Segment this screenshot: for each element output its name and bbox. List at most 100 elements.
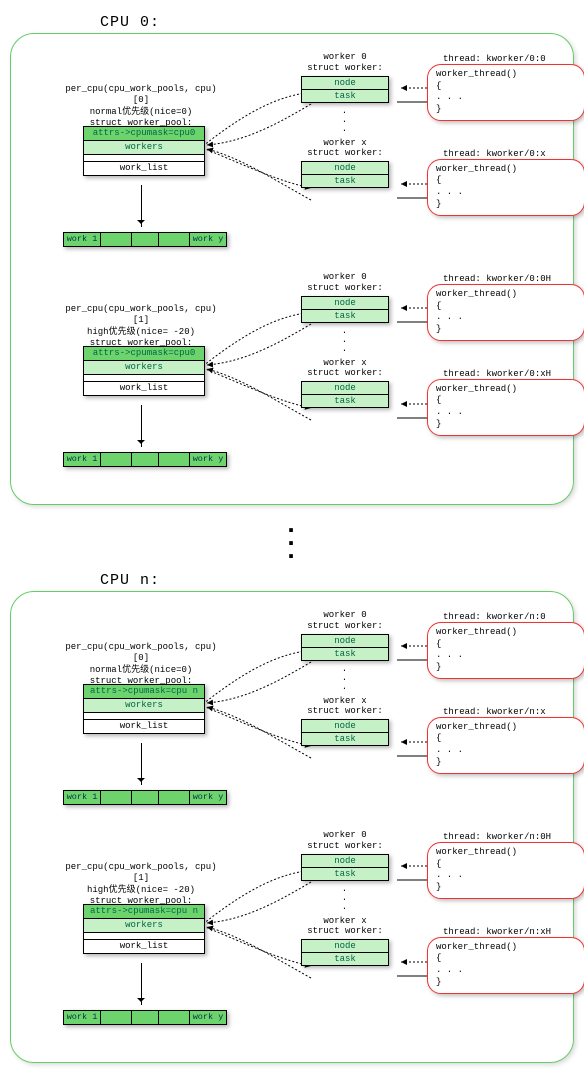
cpu-n-title: CPU n:	[100, 572, 574, 589]
diagram-root: CPU 0: per_cpu(cpu_work_pools, cpu)[0] n…	[10, 14, 574, 1063]
struct-gap	[84, 932, 204, 939]
work-list-array: work 1 work y	[63, 790, 227, 805]
work-item	[159, 232, 189, 247]
pool-header: per_cpu(cpu_work_pools, cpu)[1] high优先级(…	[61, 862, 221, 907]
task-field: task	[302, 952, 388, 965]
node-field: node	[302, 720, 388, 732]
attrs-field: attrs->cpumask=cpu n	[84, 685, 204, 698]
workers-column: worker 0struct worker: nodetask ... work…	[285, 826, 405, 966]
threads-column: thread: kworker/n:0H worker_thread(){ . …	[427, 830, 584, 996]
vertical-dots-icon: ...	[285, 665, 405, 692]
workers-column: worker 0struct worker: nodetask ... work…	[285, 48, 405, 188]
thread-cloud: worker_thread(){ . . .}	[427, 622, 584, 679]
workers-field: workers	[84, 360, 204, 374]
thread-label: thread: kworker/n:xH	[443, 927, 584, 937]
work-list-array: work 1 work y	[63, 452, 227, 467]
cpun-high-pool: per_cpu(cpu_work_pools, cpu)[1] high优先级(…	[21, 826, 563, 1040]
vertical-dots-icon: ...	[285, 107, 405, 134]
pool-hdr2: normal优先级(nice=0)	[61, 107, 221, 118]
pool-hdr2: high优先级(nice= -20)	[61, 885, 221, 896]
worker-struct: nodetask	[301, 854, 389, 881]
worker-struct: nodetask	[301, 939, 389, 966]
struct-gap	[84, 154, 204, 161]
work-item: work y	[189, 232, 227, 247]
thread-label: thread: kworker/n:0H	[443, 832, 584, 842]
attrs-field: attrs->cpumask=cpu0	[84, 347, 204, 360]
thread-label: thread: kworker/0:x	[443, 149, 584, 159]
work-list-array: work 1 work y	[63, 1010, 227, 1025]
work-item	[101, 790, 131, 805]
task-field: task	[302, 89, 388, 102]
attrs-field: attrs->cpumask=cpu n	[84, 905, 204, 918]
work-item: work 1	[63, 232, 101, 247]
worklist-field: work_list	[84, 161, 204, 175]
worker-0-label: worker 0struct worker:	[285, 830, 405, 852]
struct-gap	[84, 374, 204, 381]
task-field: task	[302, 309, 388, 322]
worker-0-label: worker 0struct worker:	[285, 610, 405, 632]
work-item	[131, 452, 159, 467]
worker-pool-struct: attrs->cpumask=cpu n workers work_list	[83, 904, 205, 954]
worker-0-label: worker 0struct worker:	[285, 272, 405, 294]
pool-hdr2: normal优先级(nice=0)	[61, 665, 221, 676]
work-item: work y	[189, 790, 227, 805]
attrs-field: attrs->cpumask=cpu0	[84, 127, 204, 140]
pool-hdr1: per_cpu(cpu_work_pools, cpu)[0]	[61, 84, 221, 107]
arrow-down-icon	[141, 743, 142, 785]
worker-x-label: worker xstruct worker:	[285, 916, 405, 938]
worker-pool-struct: attrs->cpumask=cpu n workers work_list	[83, 684, 205, 734]
worker-x-label: worker xstruct worker:	[285, 138, 405, 160]
cpu0-normal-pool: per_cpu(cpu_work_pools, cpu)[0] normal优先…	[21, 48, 563, 262]
work-item	[159, 1010, 189, 1025]
thread-cloud: worker_thread(){ . . .}	[427, 64, 584, 121]
arrow-down-icon	[141, 405, 142, 447]
node-field: node	[302, 162, 388, 174]
workers-field: workers	[84, 140, 204, 154]
work-item	[101, 1010, 131, 1025]
worker-struct: nodetask	[301, 296, 389, 323]
work-item: work 1	[63, 1010, 101, 1025]
worker-pool-struct: attrs->cpumask=cpu0 workers work_list	[83, 126, 205, 176]
thread-cloud: worker_thread(){ . . .}	[427, 842, 584, 899]
struct-gap	[84, 712, 204, 719]
worker-pool-struct: attrs->cpumask=cpu0 workers work_list	[83, 346, 205, 396]
vertical-ellipsis-icon: ...	[10, 519, 574, 558]
pool-hdr1: per_cpu(cpu_work_pools, cpu)[1]	[61, 862, 221, 885]
thread-cloud: worker_thread(){ . . .}	[427, 379, 584, 436]
worker-x-label: worker xstruct worker:	[285, 358, 405, 380]
task-field: task	[302, 732, 388, 745]
vertical-dots-icon: ...	[285, 327, 405, 354]
task-field: task	[302, 647, 388, 660]
worklist-field: work_list	[84, 719, 204, 733]
thread-label: thread: kworker/0:0	[443, 54, 584, 64]
cpu-0-title: CPU 0:	[100, 14, 574, 31]
thread-cloud: worker_thread(){ . . .}	[427, 717, 584, 774]
worker-0-label: worker 0struct worker:	[285, 52, 405, 74]
cpu0-high-pool: per_cpu(cpu_work_pools, cpu)[1] high优先级(…	[21, 268, 563, 482]
node-field: node	[302, 635, 388, 647]
worker-x-label: worker xstruct worker:	[285, 696, 405, 718]
worklist-field: work_list	[84, 381, 204, 395]
threads-column: thread: kworker/n:0 worker_thread(){ . .…	[427, 610, 584, 776]
work-item: work 1	[63, 790, 101, 805]
worker-struct: nodetask	[301, 381, 389, 408]
task-field: task	[302, 867, 388, 880]
node-field: node	[302, 382, 388, 394]
worker-struct: nodetask	[301, 719, 389, 746]
arrow-down-icon	[141, 963, 142, 1005]
node-field: node	[302, 297, 388, 309]
work-item	[159, 790, 189, 805]
worklist-field: work_list	[84, 939, 204, 953]
thread-cloud: worker_thread(){ . . .}	[427, 159, 584, 216]
work-list-array: work 1 work y	[63, 232, 227, 247]
thread-cloud: worker_thread(){ . . .}	[427, 284, 584, 341]
work-item	[101, 232, 131, 247]
work-item: work 1	[63, 452, 101, 467]
node-field: node	[302, 77, 388, 89]
node-field: node	[302, 855, 388, 867]
work-item	[131, 790, 159, 805]
workers-field: workers	[84, 918, 204, 932]
work-item	[159, 452, 189, 467]
work-item: work y	[189, 452, 227, 467]
threads-column: thread: kworker/0:0 worker_thread(){ . .…	[427, 52, 584, 218]
